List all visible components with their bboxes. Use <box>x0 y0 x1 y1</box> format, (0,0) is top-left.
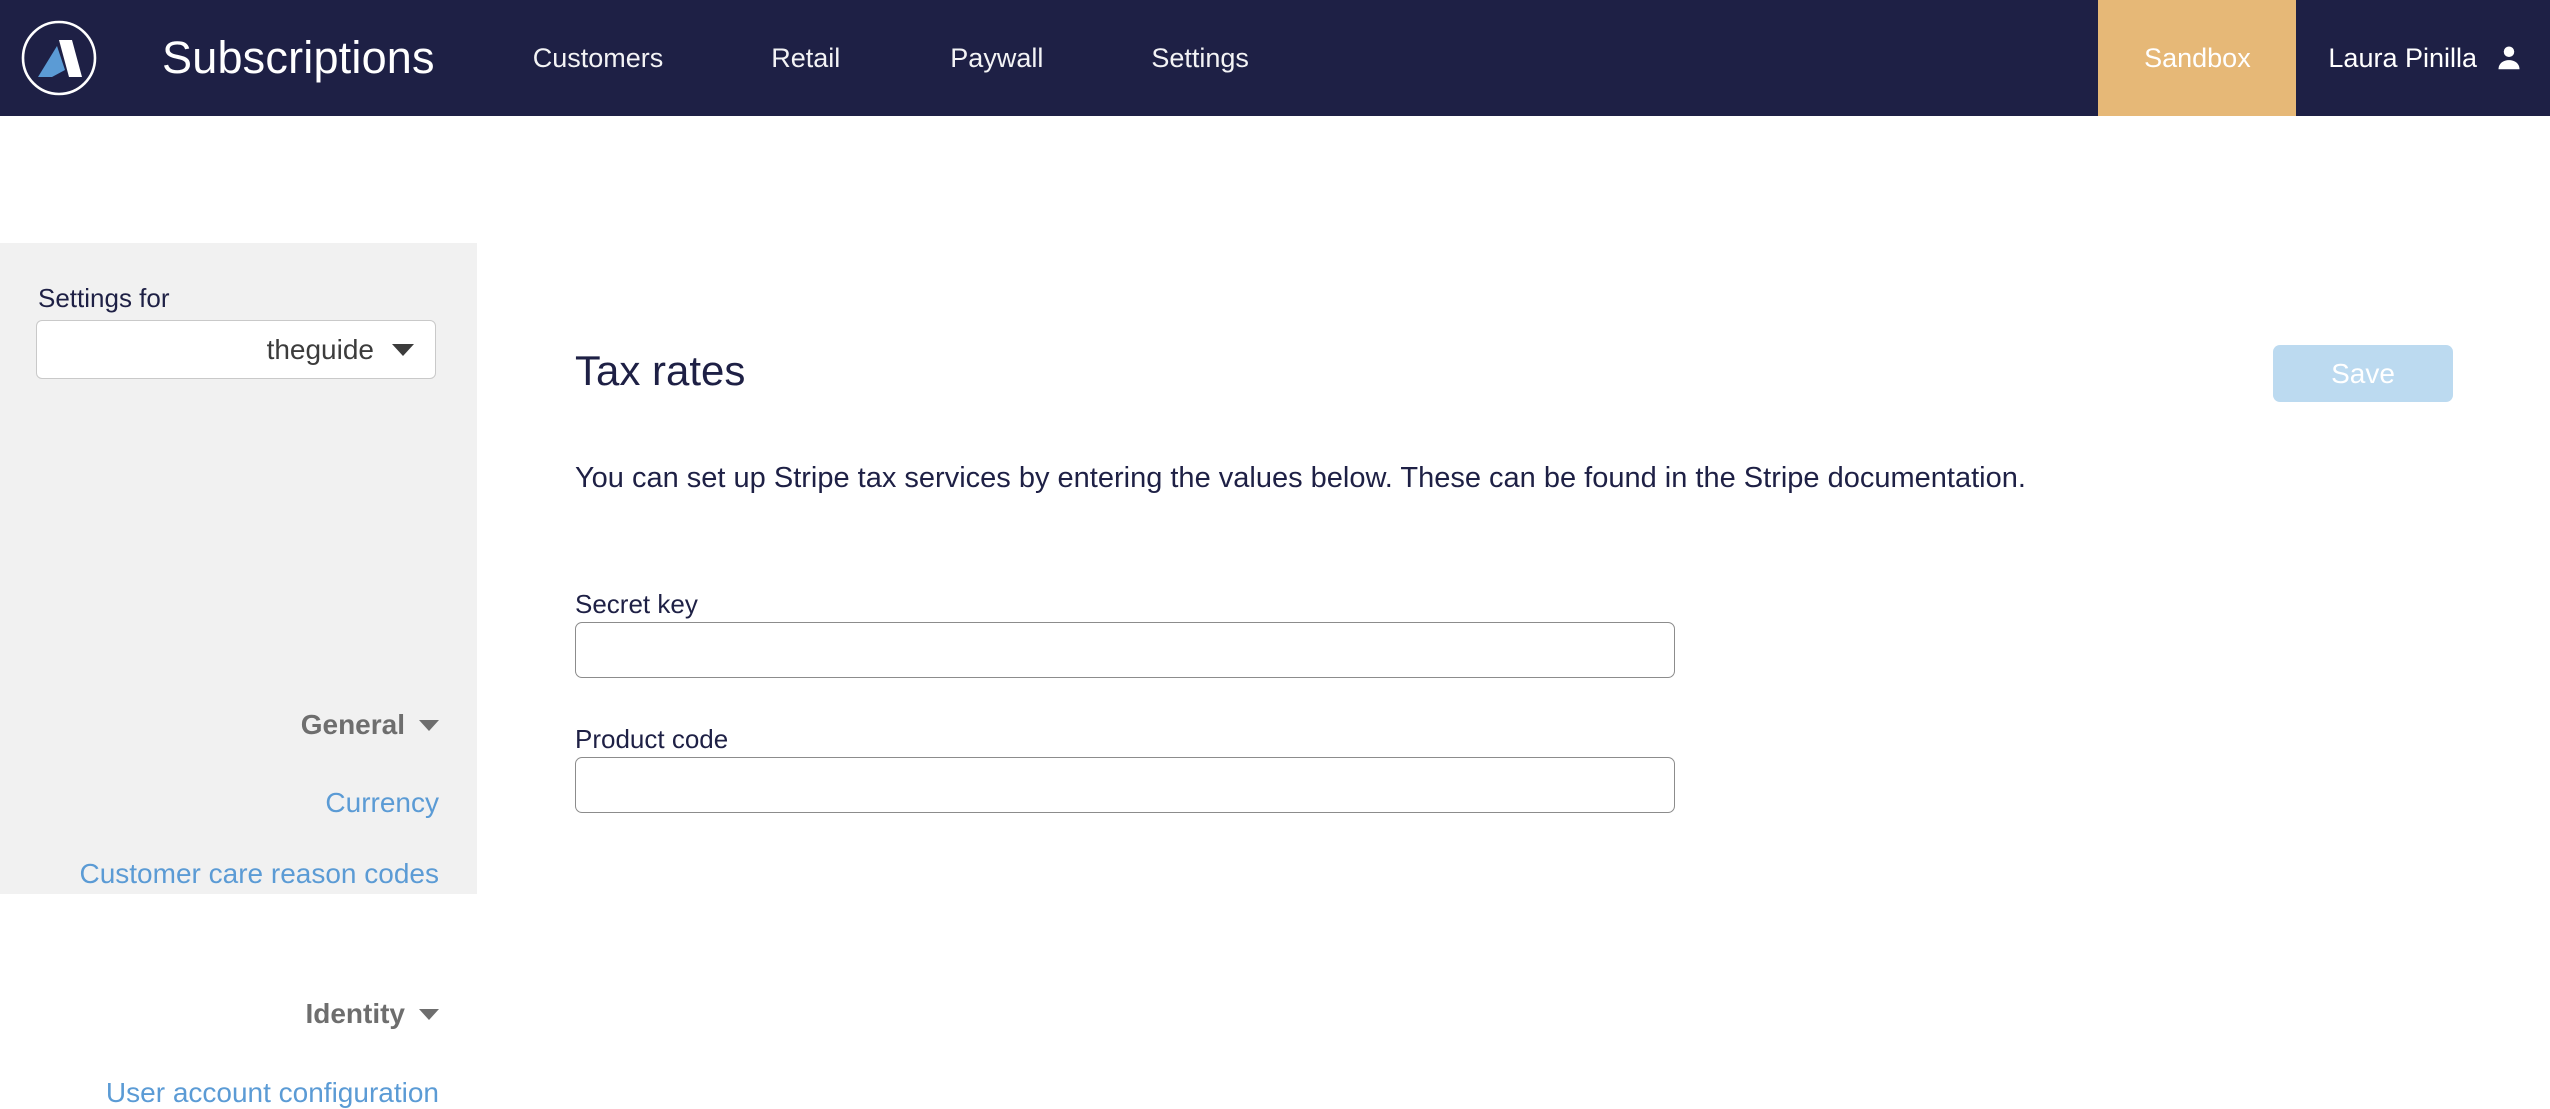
settings-for-label: Settings for <box>38 283 170 313</box>
nav-item-customers[interactable]: Customers <box>533 43 664 74</box>
secret-key-input[interactable] <box>575 622 1675 678</box>
page-title: Tax rates <box>575 347 746 394</box>
main-content: Tax rates Save You can set up Stripe tax… <box>477 116 2550 894</box>
sidebar-item-currency[interactable]: Currency <box>325 787 439 819</box>
product-code-input[interactable] <box>575 757 1675 813</box>
sidebar-group-general[interactable]: General <box>301 709 439 741</box>
primary-nav: Customers Retail Paywall Settings <box>533 0 1249 116</box>
chevron-down-icon <box>419 1008 439 1020</box>
environment-badge-sandbox[interactable]: Sandbox <box>2098 0 2297 116</box>
sidebar-group-identity[interactable]: Identity <box>305 998 439 1030</box>
user-avatar-icon <box>2494 43 2524 73</box>
organization-select[interactable]: theguide <box>36 320 436 379</box>
sidebar-item-user-account-configuration[interactable]: User account configuration <box>106 1077 439 1109</box>
header-right-area: Sandbox Laura Pinilla <box>2098 0 2550 116</box>
organization-select-value: theguide <box>266 333 374 365</box>
chevron-down-icon <box>419 719 439 731</box>
save-button[interactable]: Save <box>2273 345 2453 402</box>
nav-item-settings[interactable]: Settings <box>1151 43 1249 74</box>
settings-sidebar: Settings for theguide General Currency C… <box>0 243 477 1108</box>
user-menu[interactable]: Laura Pinilla <box>2296 0 2550 116</box>
secret-key-label: Secret key <box>575 589 698 619</box>
aptitude-a-logo-icon[interactable] <box>18 17 100 99</box>
sidebar-group-general-label: General <box>300 709 405 740</box>
sidebar-group-identity-label: Identity <box>305 998 405 1029</box>
product-code-label: Product code <box>575 724 729 754</box>
nav-item-paywall[interactable]: Paywall <box>950 43 1043 74</box>
user-name-label: Laura Pinilla <box>2328 42 2477 73</box>
top-navigation-bar: Subscriptions Customers Retail Paywall S… <box>0 0 2550 116</box>
page-description: You can set up Stripe tax services by en… <box>575 462 2026 494</box>
chevron-down-icon <box>392 343 414 356</box>
app-title: Subscriptions <box>162 32 435 83</box>
sidebar-item-customer-care-reason-codes[interactable]: Customer care reason codes <box>79 858 439 890</box>
nav-item-retail[interactable]: Retail <box>771 43 840 74</box>
brand-area[interactable]: Subscriptions <box>0 0 435 116</box>
